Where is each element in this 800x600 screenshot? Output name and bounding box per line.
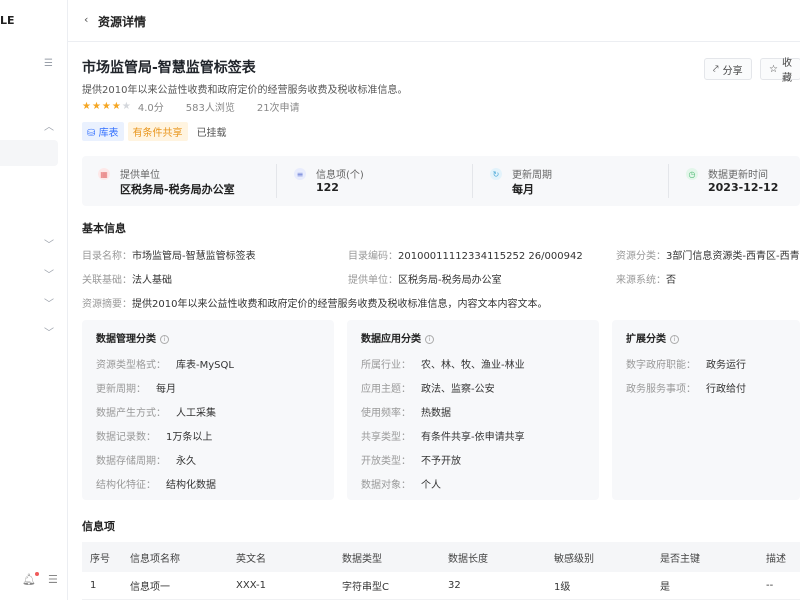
col-sensitivity: 敏感级别: [554, 553, 594, 565]
divider: [668, 164, 669, 198]
collapse-menu-icon[interactable]: ☰: [44, 58, 53, 69]
divider: [276, 164, 277, 198]
top-bar: ‹ 资源详情: [68, 0, 800, 42]
application-category-panel: 数据应用分类 i 所属行业： 农、林、牧、渔业-林业 应用主题： 政法、监察-公安 使…: [347, 320, 599, 500]
resource-meta: ★★★★★ 4.0分 583人浏览 21次申请: [82, 99, 300, 114]
col-index: 序号: [90, 553, 110, 565]
refresh-icon: ↻: [490, 168, 502, 180]
menu-icon[interactable]: ☰: [48, 573, 58, 586]
share-icon: ⤤: [713, 63, 719, 75]
category-row: 更新周期： 每月: [96, 384, 176, 395]
field-provider: 提供单位：区税务局-税务局办公室: [348, 275, 502, 286]
building-icon: ▦: [98, 168, 110, 180]
field-related-base: 关联基础：法人基础: [82, 275, 172, 286]
info-icon[interactable]: i: [160, 334, 169, 344]
col-primary-key: 是否主键: [660, 553, 700, 565]
category-row: 政务服务事项： 行政给付: [626, 384, 746, 395]
field-catalog-name: 目录名称：市场监管局-智慧监管标签表: [82, 251, 256, 262]
share-button[interactable]: ⤤ 分享: [704, 58, 752, 80]
category-row: 数据记录数： 1万条以上: [96, 432, 213, 443]
clock-icon: ◷: [686, 168, 698, 180]
field-source-system: 来源系统：否: [616, 275, 676, 286]
star-rating: ★★★★★: [82, 101, 132, 112]
back-icon[interactable]: ‹: [84, 13, 88, 26]
col-name: 信息项名称: [130, 553, 180, 565]
chevron-down-icon[interactable]: ﹀: [44, 266, 54, 281]
field-catalog-code: 目录编码：20100011112334115252 26/000942: [348, 251, 583, 262]
category-row: 结构化特征： 结构化数据: [96, 480, 216, 491]
info-items-title: 信息项: [82, 520, 115, 533]
table-header: 序号 信息项名称 英文名 数据类型 数据长度 敏感级别 是否主键 描述: [82, 542, 800, 572]
tag-table: ⛁ 库表: [82, 122, 124, 141]
info-items-table: 序号 信息项名称 英文名 数据类型 数据长度 敏感级别 是否主键 描述 1 信息…: [82, 542, 800, 600]
chevron-down-icon[interactable]: ﹀: [44, 295, 54, 310]
divider: [472, 164, 473, 198]
category-row: 应用主题： 政法、监察-公安: [361, 384, 495, 395]
basic-info-title: 基本信息: [82, 222, 126, 235]
chevron-up-icon[interactable]: ︿: [44, 118, 54, 133]
list-icon: ≡: [294, 168, 306, 180]
page-title: 资源详情: [98, 15, 147, 29]
col-english-name: 英文名: [236, 553, 266, 565]
star-outline-icon: ☆: [769, 63, 778, 75]
field-resource-category: 资源分类：3部门信息资源类-西青区-西青区: [616, 251, 800, 262]
chevron-down-icon[interactable]: ﹀: [44, 324, 54, 339]
field-resource-summary: 资源摘要：提供2010年以来公益性收费和政府定价的经营服务收费及税收标准信息，内…: [82, 299, 548, 310]
extension-category-title: 扩展分类 i: [626, 330, 679, 345]
main-content: 市场监管局-智慧监管标签表 提供2010年以来公益性收费和政府定价的经营服务收费…: [68, 42, 800, 600]
sidebar: LE ☰ ︿ ﹀ ﹀ ﹀ ﹀ 🔔︎ ☰: [0, 0, 68, 600]
sidebar-item-active[interactable]: [0, 140, 58, 166]
info-icon[interactable]: i: [670, 334, 679, 344]
col-description: 描述: [766, 553, 786, 565]
category-row: 所属行业： 农、林、牧、渔业-林业: [361, 360, 525, 371]
category-row: 资源类型格式： 库表-MySQL: [96, 360, 234, 371]
category-row: 数据产生方式： 人工采集: [96, 408, 216, 419]
info-icon[interactable]: i: [425, 334, 434, 344]
tag-mounted: 已挂载: [196, 128, 227, 139]
stats-bar: ▦ 提供单位 区税务局-税务局办公室 ≡ 信息项(个) 122 ↻ 更新周期 每…: [82, 156, 800, 206]
category-row: 使用频率： 热数据: [361, 408, 451, 419]
resource-description: 提供2010年以来公益性收费和政府定价的经营服务收费及税收标准信息。: [82, 85, 408, 96]
app-logo: LE: [0, 14, 15, 27]
management-category-title: 数据管理分类 i: [96, 330, 169, 345]
favorite-button[interactable]: ☆ 收藏: [760, 58, 800, 84]
category-row: 开放类型： 不予开放: [361, 456, 461, 467]
notification-dot: [34, 572, 39, 576]
col-data-type: 数据类型: [342, 553, 382, 565]
rating-score: 4.0分: [137, 103, 164, 114]
bell-icon[interactable]: 🔔︎: [22, 572, 39, 586]
resource-tags: ⛁ 库表 有条件共享 已挂载: [82, 122, 232, 141]
col-data-length: 数据长度: [448, 553, 488, 565]
tag-conditional-share: 有条件共享: [127, 122, 188, 141]
request-count: 21次申请: [256, 103, 300, 114]
category-row: 共享类型： 有条件共享-依申请共享: [361, 432, 525, 443]
category-row: 数据对象： 个人: [361, 480, 441, 491]
resource-title: 市场监管局-智慧监管标签表: [82, 60, 256, 76]
category-row: 数字政府职能： 政务运行: [626, 360, 746, 371]
application-category-title: 数据应用分类 i: [361, 330, 434, 345]
category-row: 数据存储周期： 永久: [96, 456, 196, 467]
extension-category-panel: 扩展分类 i 数字政府职能： 政务运行 政务服务事项： 行政给付: [612, 320, 800, 500]
management-category-panel: 数据管理分类 i 资源类型格式： 库表-MySQL 更新周期： 每月 数据产生方式：人…: [82, 320, 334, 500]
view-count: 583人浏览: [185, 103, 235, 114]
table-row[interactable]: 1 信息项一 XXX-1 字符串型C 32 1级 是 --: [82, 572, 800, 600]
chevron-down-icon[interactable]: ﹀: [44, 236, 54, 251]
